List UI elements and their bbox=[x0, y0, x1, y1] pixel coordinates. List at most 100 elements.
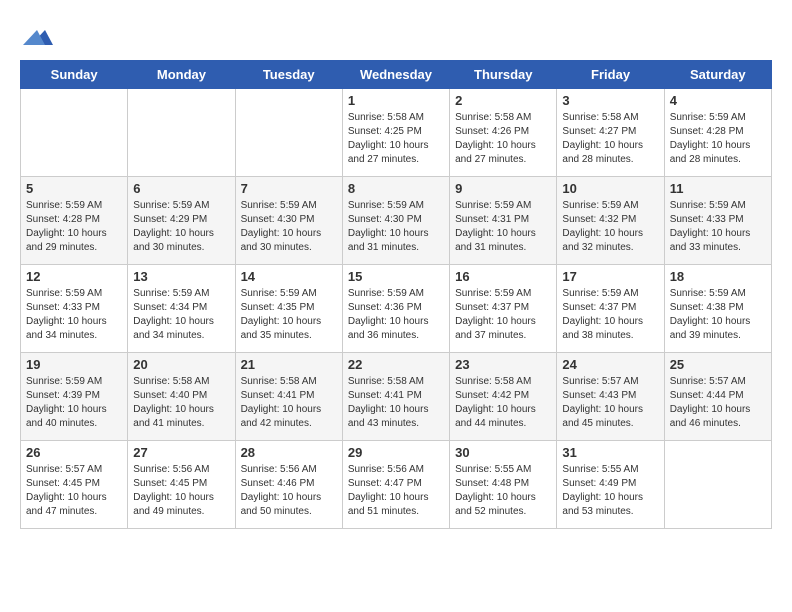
day-number: 13 bbox=[133, 269, 229, 284]
calendar-table: SundayMondayTuesdayWednesdayThursdayFrid… bbox=[20, 60, 772, 529]
day-number: 24 bbox=[562, 357, 658, 372]
day-number: 18 bbox=[670, 269, 766, 284]
day-info: Sunrise: 5:59 AMSunset: 4:33 PMDaylight:… bbox=[26, 287, 122, 343]
calendar-week-row: 19Sunrise: 5:59 AMSunset: 4:39 PMDayligh… bbox=[21, 353, 772, 441]
day-info: Sunrise: 5:56 AMSunset: 4:45 PMDaylight:… bbox=[133, 463, 229, 519]
calendar-cell: 16 Sunrise: 5:59 AMSunset: 4:37 PMDayligh… bbox=[450, 265, 557, 353]
calendar-cell: 18 Sunrise: 5:59 AMSunset: 4:38 PMDayligh… bbox=[664, 265, 771, 353]
calendar-week-row: 26 Sunrise: 5:57 AMSunset: 4:45 PMDayligh… bbox=[21, 441, 772, 529]
day-info: Sunrise: 5:59 AMSunset: 4:32 PMDaylight:… bbox=[562, 199, 658, 255]
day-info: Sunrise: 5:59 AMSunset: 4:38 PMDaylight:… bbox=[670, 287, 766, 343]
calendar-cell: 12 Sunrise: 5:59 AMSunset: 4:33 PMDayligh… bbox=[21, 265, 128, 353]
calendar-cell: 29 Sunrise: 5:56 AMSunset: 4:47 PMDayligh… bbox=[342, 441, 449, 529]
day-info: Sunrise: 5:55 AMSunset: 4:48 PMDaylight:… bbox=[455, 463, 551, 519]
day-number: 30 bbox=[455, 445, 551, 460]
day-number: 27 bbox=[133, 445, 229, 460]
calendar-cell: 15 Sunrise: 5:59 AMSunset: 4:36 PMDayligh… bbox=[342, 265, 449, 353]
calendar-cell: 9 Sunrise: 5:59 AMSunset: 4:31 PMDaylight… bbox=[450, 177, 557, 265]
day-number: 1 bbox=[348, 93, 444, 108]
weekday-header-wednesday: Wednesday bbox=[342, 61, 449, 89]
weekday-header-saturday: Saturday bbox=[664, 61, 771, 89]
calendar-cell bbox=[664, 441, 771, 529]
day-number: 28 bbox=[241, 445, 337, 460]
calendar-cell: 10 Sunrise: 5:59 AMSunset: 4:32 PMDayligh… bbox=[557, 177, 664, 265]
day-number: 12 bbox=[26, 269, 122, 284]
day-info: Sunrise: 5:59 AMSunset: 4:37 PMDaylight:… bbox=[455, 287, 551, 343]
day-number: 14 bbox=[241, 269, 337, 284]
day-info: Sunrise: 5:59 AMSunset: 4:29 PMDaylight:… bbox=[133, 199, 229, 255]
day-info: Sunrise: 5:58 AMSunset: 4:26 PMDaylight:… bbox=[455, 111, 551, 167]
day-info: Sunrise: 5:59 AMSunset: 4:34 PMDaylight:… bbox=[133, 287, 229, 343]
calendar-cell: 22 Sunrise: 5:58 AMSunset: 4:41 PMDayligh… bbox=[342, 353, 449, 441]
day-info: Sunrise: 5:59 AMSunset: 4:37 PMDaylight:… bbox=[562, 287, 658, 343]
day-number: 22 bbox=[348, 357, 444, 372]
day-number: 17 bbox=[562, 269, 658, 284]
day-number: 6 bbox=[133, 181, 229, 196]
calendar-cell bbox=[21, 89, 128, 177]
weekday-header-monday: Monday bbox=[128, 61, 235, 89]
day-info: Sunrise: 5:59 AMSunset: 4:35 PMDaylight:… bbox=[241, 287, 337, 343]
day-info: Sunrise: 5:58 AMSunset: 4:41 PMDaylight:… bbox=[348, 375, 444, 431]
day-info: Sunrise: 5:59 AMSunset: 4:28 PMDaylight:… bbox=[26, 199, 122, 255]
calendar-cell: 14 Sunrise: 5:59 AMSunset: 4:35 PMDayligh… bbox=[235, 265, 342, 353]
calendar-cell: 2 Sunrise: 5:58 AMSunset: 4:26 PMDaylight… bbox=[450, 89, 557, 177]
calendar-cell: 31Sunrise: 5:55 AMSunset: 4:49 PMDayligh… bbox=[557, 441, 664, 529]
page-header bbox=[20, 20, 772, 50]
calendar-cell: 17 Sunrise: 5:59 AMSunset: 4:37 PMDayligh… bbox=[557, 265, 664, 353]
calendar-cell: 28 Sunrise: 5:56 AMSunset: 4:46 PMDayligh… bbox=[235, 441, 342, 529]
weekday-header-sunday: Sunday bbox=[21, 61, 128, 89]
calendar-cell: 7Sunrise: 5:59 AMSunset: 4:30 PMDaylight… bbox=[235, 177, 342, 265]
logo-icon bbox=[23, 20, 53, 50]
day-number: 10 bbox=[562, 181, 658, 196]
day-info: Sunrise: 5:59 AMSunset: 4:31 PMDaylight:… bbox=[455, 199, 551, 255]
calendar-cell: 6 Sunrise: 5:59 AMSunset: 4:29 PMDaylight… bbox=[128, 177, 235, 265]
weekday-header-tuesday: Tuesday bbox=[235, 61, 342, 89]
day-info: Sunrise: 5:59 AMSunset: 4:28 PMDaylight:… bbox=[670, 111, 766, 167]
day-info: Sunrise: 5:59 AMSunset: 4:33 PMDaylight:… bbox=[670, 199, 766, 255]
calendar-cell: 11 Sunrise: 5:59 AMSunset: 4:33 PMDayligh… bbox=[664, 177, 771, 265]
day-number: 2 bbox=[455, 93, 551, 108]
calendar-cell: 27 Sunrise: 5:56 AMSunset: 4:45 PMDayligh… bbox=[128, 441, 235, 529]
day-info: Sunrise: 5:59 AMSunset: 4:30 PMDaylight:… bbox=[241, 199, 337, 255]
day-number: 29 bbox=[348, 445, 444, 460]
calendar-cell: 4Sunrise: 5:59 AMSunset: 4:28 PMDaylight… bbox=[664, 89, 771, 177]
day-info: Sunrise: 5:58 AMSunset: 4:41 PMDaylight:… bbox=[241, 375, 337, 431]
day-number: 9 bbox=[455, 181, 551, 196]
day-info: Sunrise: 5:57 AMSunset: 4:44 PMDaylight:… bbox=[670, 375, 766, 431]
day-info: Sunrise: 5:58 AMSunset: 4:25 PMDaylight:… bbox=[348, 111, 444, 167]
calendar-cell: 26 Sunrise: 5:57 AMSunset: 4:45 PMDayligh… bbox=[21, 441, 128, 529]
calendar-cell: 1 Sunrise: 5:58 AMSunset: 4:25 PMDaylight… bbox=[342, 89, 449, 177]
day-number: 26 bbox=[26, 445, 122, 460]
calendar-cell: 8 Sunrise: 5:59 AMSunset: 4:30 PMDaylight… bbox=[342, 177, 449, 265]
day-info: Sunrise: 5:58 AMSunset: 4:40 PMDaylight:… bbox=[133, 375, 229, 431]
day-number: 21 bbox=[241, 357, 337, 372]
day-info: Sunrise: 5:57 AMSunset: 4:45 PMDaylight:… bbox=[26, 463, 122, 519]
day-info: Sunrise: 5:56 AMSunset: 4:47 PMDaylight:… bbox=[348, 463, 444, 519]
calendar-cell: 30 Sunrise: 5:55 AMSunset: 4:48 PMDayligh… bbox=[450, 441, 557, 529]
day-info: Sunrise: 5:58 AMSunset: 4:27 PMDaylight:… bbox=[562, 111, 658, 167]
day-number: 11 bbox=[670, 181, 766, 196]
day-number: 23 bbox=[455, 357, 551, 372]
calendar-cell: 19Sunrise: 5:59 AMSunset: 4:39 PMDayligh… bbox=[21, 353, 128, 441]
calendar-cell: 23 Sunrise: 5:58 AMSunset: 4:42 PMDayligh… bbox=[450, 353, 557, 441]
day-info: Sunrise: 5:59 AMSunset: 4:30 PMDaylight:… bbox=[348, 199, 444, 255]
day-number: 8 bbox=[348, 181, 444, 196]
day-number: 19 bbox=[26, 357, 122, 372]
calendar-cell: 25 Sunrise: 5:57 AMSunset: 4:44 PMDayligh… bbox=[664, 353, 771, 441]
calendar-cell bbox=[235, 89, 342, 177]
weekday-header-thursday: Thursday bbox=[450, 61, 557, 89]
calendar-cell: 21 Sunrise: 5:58 AMSunset: 4:41 PMDayligh… bbox=[235, 353, 342, 441]
calendar-cell: 5Sunrise: 5:59 AMSunset: 4:28 PMDaylight… bbox=[21, 177, 128, 265]
calendar-week-row: 5Sunrise: 5:59 AMSunset: 4:28 PMDaylight… bbox=[21, 177, 772, 265]
day-info: Sunrise: 5:58 AMSunset: 4:42 PMDaylight:… bbox=[455, 375, 551, 431]
day-number: 15 bbox=[348, 269, 444, 284]
day-info: Sunrise: 5:59 AMSunset: 4:36 PMDaylight:… bbox=[348, 287, 444, 343]
day-number: 16 bbox=[455, 269, 551, 284]
day-info: Sunrise: 5:56 AMSunset: 4:46 PMDaylight:… bbox=[241, 463, 337, 519]
day-number: 25 bbox=[670, 357, 766, 372]
calendar-week-row: 1 Sunrise: 5:58 AMSunset: 4:25 PMDaylight… bbox=[21, 89, 772, 177]
day-number: 3 bbox=[562, 93, 658, 108]
calendar-week-row: 12 Sunrise: 5:59 AMSunset: 4:33 PMDayligh… bbox=[21, 265, 772, 353]
day-info: Sunrise: 5:57 AMSunset: 4:43 PMDaylight:… bbox=[562, 375, 658, 431]
calendar-cell: 24 Sunrise: 5:57 AMSunset: 4:43 PMDayligh… bbox=[557, 353, 664, 441]
